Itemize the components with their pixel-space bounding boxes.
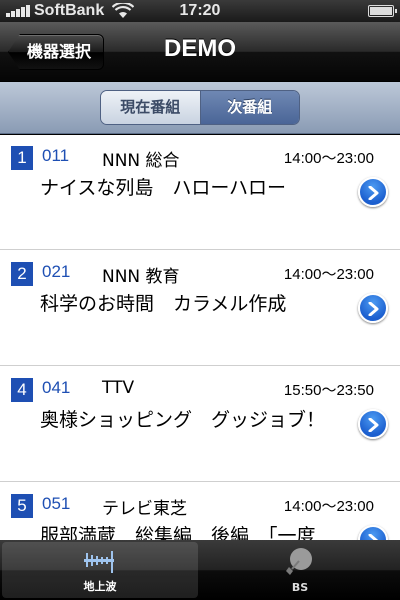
page-title: DEMO [164, 35, 236, 62]
channel-badge: 1 [11, 146, 33, 170]
channel-badge: 5 [11, 494, 33, 518]
channel-name: TTV [102, 378, 135, 398]
list-item[interactable]: 1 011 NNN 総合 14:00〜23:00 ナイスな列島 ハローハロー [0, 135, 400, 250]
tab-bs[interactable]: BS [202, 542, 398, 598]
satellite-dish-icon [286, 548, 312, 575]
detail-disclosure-icon[interactable] [358, 409, 388, 439]
detail-disclosure-icon[interactable] [358, 293, 388, 323]
status-bar: SoftBank 17:20 [0, 0, 400, 22]
channel-number: 051 [42, 494, 71, 513]
channel-name: テレビ東芝 [102, 499, 187, 519]
program-title: 科学のお時間 カラメル作成 [40, 293, 287, 315]
status-time: 17:20 [179, 2, 221, 19]
channel-name: NNN 総合 [102, 151, 180, 171]
list-item[interactable]: 5 051 テレビ東芝 14:00〜23:00 服部満蔵 総集編 後編 「一度 [0, 483, 400, 540]
tab-terrestrial[interactable]: 地上波 [2, 542, 198, 598]
program-time: 14:00〜23:00 [283, 266, 374, 283]
program-title: 服部満蔵 総集編 後編 「一度 [40, 525, 316, 540]
program-time: 15:50〜23:50 [283, 382, 374, 399]
program-title: 奥様ショッピング グッジョブ！ [40, 409, 326, 431]
program-time: 14:00〜23:00 [283, 498, 374, 515]
segment-current-program[interactable]: 現在番組 [101, 91, 201, 124]
detail-disclosure-icon[interactable] [358, 525, 388, 540]
channel-badge: 2 [11, 262, 33, 286]
channel-number: 021 [42, 262, 71, 281]
channel-badge: 4 [11, 378, 33, 402]
program-title: ナイスな列島 ハローハロー [40, 177, 287, 199]
segment-next-program[interactable]: 次番組 [200, 91, 299, 124]
list-item[interactable]: 4 041 TTV 15:50〜23:50 奥様ショッピング グッジョブ！ [0, 367, 400, 482]
channel-list: 1 011 NNN 総合 14:00〜23:00 ナイスな列島 ハローハロー 2… [0, 135, 400, 540]
program-segmented-control: 現在番組 次番組 [100, 90, 300, 125]
program-time: 14:00〜23:00 [283, 150, 374, 167]
list-item[interactable]: 2 021 NNN 教育 14:00〜23:00 科学のお時間 カラメル作成 [0, 251, 400, 366]
tab-label: 地上波 [83, 580, 117, 593]
channel-name: NNN 教育 [102, 267, 180, 287]
segment-toolbar: 現在番組 次番組 [0, 82, 400, 134]
antenna-icon [84, 551, 114, 573]
channel-number: 011 [42, 146, 70, 165]
battery-icon [368, 5, 397, 17]
channel-number: 041 [42, 378, 71, 397]
navigation-bar: 機器選択 DEMO [0, 22, 400, 82]
tab-label: BS [291, 581, 309, 594]
detail-disclosure-icon[interactable] [358, 177, 388, 207]
tab-bar: 地上波 BS [0, 540, 400, 600]
